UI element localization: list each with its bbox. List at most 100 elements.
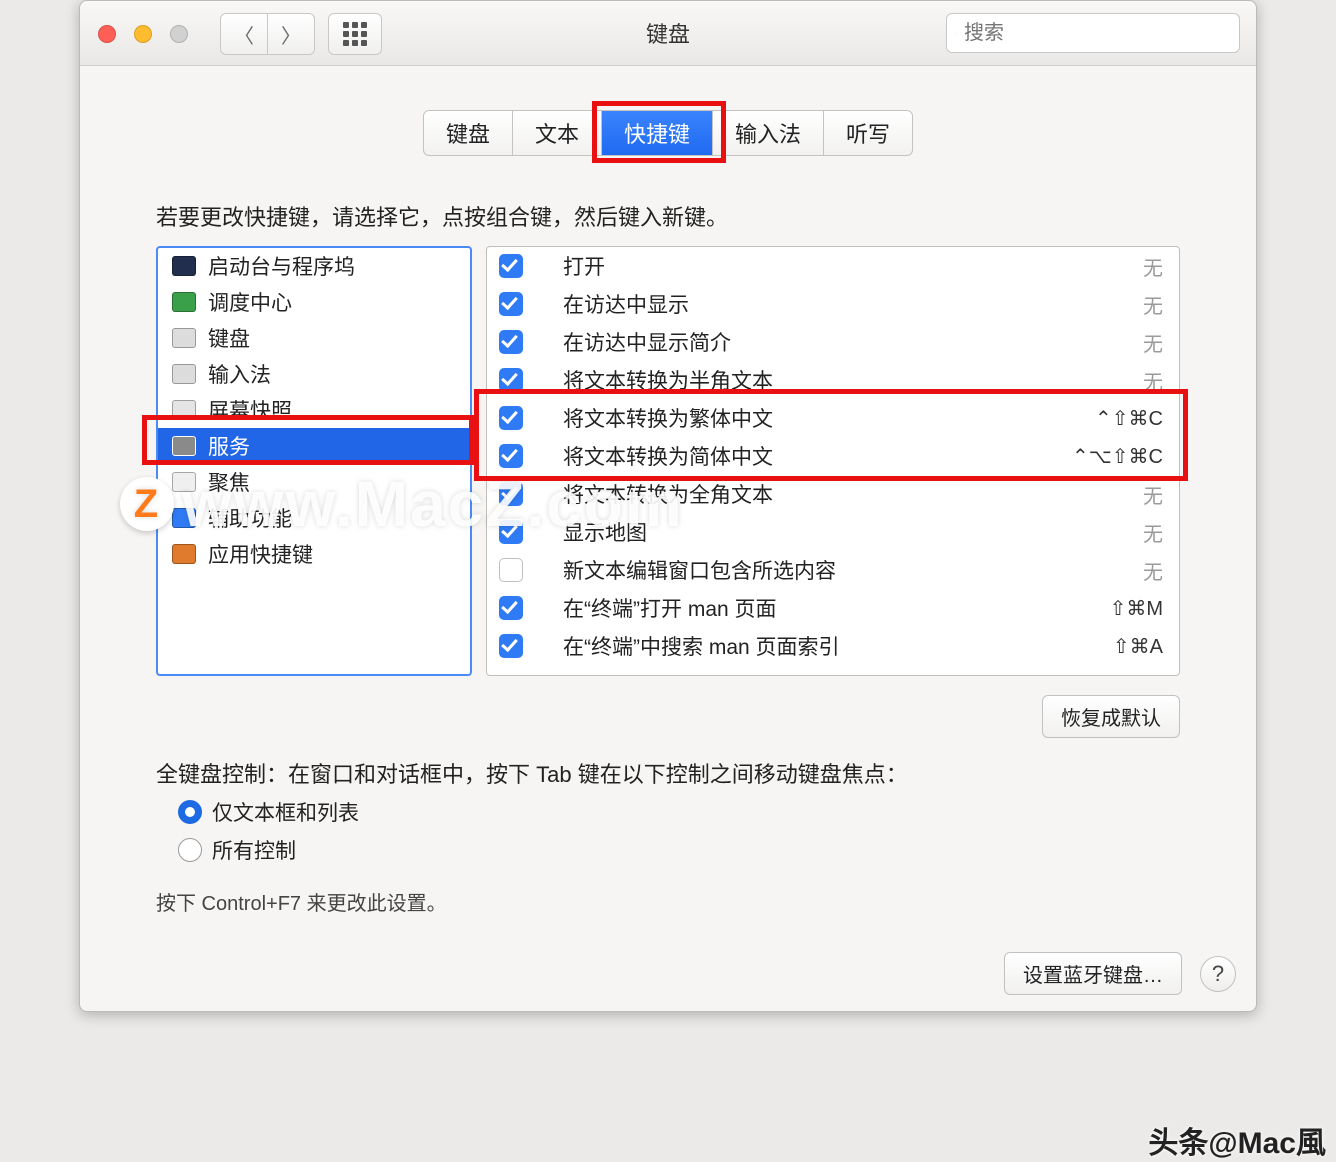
services-icon — [172, 436, 196, 456]
shortcut-key: ⌃⌥⇧⌘C — [1043, 444, 1163, 469]
category-spotlight[interactable]: 聚焦 — [158, 464, 470, 500]
spotlight-icon — [172, 472, 196, 492]
restore-defaults-button[interactable]: 恢复成默认 — [1042, 695, 1180, 738]
shortcut-row[interactable]: 显示地图无 — [487, 513, 1179, 551]
shortcut-label: 在访达中显示简介 — [563, 327, 1043, 357]
shortcut-label: 新文本编辑窗口包含所选内容 — [563, 555, 1043, 585]
shortcut-row[interactable]: 打开无 — [487, 247, 1179, 285]
accessibility-icon — [172, 508, 196, 528]
shortcut-row[interactable]: 将文本转换为简体中文⌃⌥⇧⌘C — [487, 437, 1179, 475]
category-input-sources[interactable]: 输入法 — [158, 356, 470, 392]
shortcut-row[interactable]: 在访达中显示简介无 — [487, 323, 1179, 361]
tab-shortcuts[interactable]: 快捷键 — [601, 111, 712, 155]
tab-keyboard[interactable]: 键盘 — [424, 111, 512, 155]
shortcut-list[interactable]: 打开无 在访达中显示无 在访达中显示简介无 将文本转换为半角文本无 将文本转换为… — [486, 246, 1180, 676]
shortcut-row[interactable]: 在“终端”打开 man 页面⇧⌘M — [487, 589, 1179, 627]
category-label: 键盘 — [208, 323, 250, 353]
shortcut-checkbox[interactable] — [499, 406, 523, 430]
radio-all-controls-row[interactable]: 所有控制 — [178, 835, 1180, 865]
bottom-right-controls: 设置蓝牙键盘… ? — [1004, 952, 1236, 995]
shortcut-key: 无 — [1043, 252, 1163, 281]
tab-bar: 键盘 文本 快捷键 输入法 听写 — [80, 110, 1256, 156]
shortcut-key: 无 — [1043, 328, 1163, 357]
keyboard-icon — [172, 328, 196, 348]
shortcut-checkbox[interactable] — [499, 634, 523, 658]
category-screenshots[interactable]: 屏幕快照 — [158, 392, 470, 428]
shortcut-key: 无 — [1043, 518, 1163, 547]
search-input[interactable] — [962, 21, 1231, 46]
shortcut-row[interactable]: 将文本转换为半角文本无 — [487, 361, 1179, 399]
category-label: 输入法 — [208, 359, 271, 389]
shortcut-label: 将文本转换为全角文本 — [563, 479, 1043, 509]
category-app-shortcuts[interactable]: 应用快捷键 — [158, 536, 470, 572]
titlebar: 〈 〉 键盘 — [80, 1, 1256, 66]
category-list[interactable]: 启动台与程序坞 调度中心 键盘 输入法 屏幕快照 服务 聚焦 辅助功能 应用快捷… — [156, 246, 472, 676]
screenshot-icon — [172, 400, 196, 420]
shortcut-label: 将文本转换为简体中文 — [563, 441, 1043, 471]
category-launchpad-dock[interactable]: 启动台与程序坞 — [158, 248, 470, 284]
shortcut-checkbox[interactable] — [499, 444, 523, 468]
restore-defaults-area: 恢复成默认 — [1042, 695, 1180, 738]
shortcut-row[interactable]: 将文本转换为繁体中文⌃⇧⌘C — [487, 399, 1179, 437]
shortcut-key: 无 — [1043, 556, 1163, 585]
tab-strip: 键盘 文本 快捷键 输入法 听写 — [423, 110, 913, 156]
category-label: 聚焦 — [208, 467, 250, 497]
shortcut-key: 无 — [1043, 480, 1163, 509]
tab-dictation[interactable]: 听写 — [823, 111, 912, 155]
shortcut-checkbox[interactable] — [499, 558, 523, 582]
radio-all-controls[interactable] — [178, 838, 202, 862]
shortcut-panes: 启动台与程序坞 调度中心 键盘 输入法 屏幕快照 服务 聚焦 辅助功能 应用快捷… — [156, 246, 1180, 676]
category-label: 屏幕快照 — [208, 395, 292, 425]
app-shortcuts-icon — [172, 544, 196, 564]
footer-watermark: 头条@Mac風 — [1148, 1118, 1326, 1162]
shortcut-checkbox[interactable] — [499, 596, 523, 620]
shortcut-label: 将文本转换为繁体中文 — [563, 403, 1043, 433]
shortcut-checkbox[interactable] — [499, 330, 523, 354]
shortcut-key: 无 — [1043, 290, 1163, 319]
shortcut-key: ⇧⌘A — [1043, 634, 1163, 659]
shortcut-row[interactable]: 在访达中显示无 — [487, 285, 1179, 323]
shortcut-label: 在“终端”中搜索 man 页面索引 — [563, 631, 1043, 661]
shortcut-checkbox[interactable] — [499, 520, 523, 544]
shortcut-checkbox[interactable] — [499, 292, 523, 316]
category-label: 辅助功能 — [208, 503, 292, 533]
instruction-text: 若要更改快捷键，请选择它，点按组合键，然后键入新键。 — [156, 200, 1256, 232]
launchpad-icon — [172, 256, 196, 276]
shortcut-label: 显示地图 — [563, 517, 1043, 547]
full-keyboard-heading: 全键盘控制：在窗口和对话框中，按下 Tab 键在以下控制之间移动键盘焦点： — [156, 757, 1180, 789]
full-keyboard-access-section: 全键盘控制：在窗口和对话框中，按下 Tab 键在以下控制之间移动键盘焦点： 仅文… — [156, 757, 1180, 916]
radio-label: 所有控制 — [212, 835, 296, 865]
shortcut-label: 将文本转换为半角文本 — [563, 365, 1043, 395]
category-accessibility[interactable]: 辅助功能 — [158, 500, 470, 536]
category-label: 调度中心 — [208, 287, 292, 317]
shortcut-key: ⌃⇧⌘C — [1043, 406, 1163, 431]
full-keyboard-hint: 按下 Control+F7 来更改此设置。 — [156, 887, 1180, 916]
shortcut-checkbox[interactable] — [499, 254, 523, 278]
radio-text-only[interactable] — [178, 800, 202, 824]
category-label: 服务 — [208, 431, 250, 461]
radio-label: 仅文本框和列表 — [212, 797, 359, 827]
search-field[interactable] — [946, 13, 1240, 53]
category-label: 启动台与程序坞 — [208, 251, 355, 281]
shortcut-label: 在“终端”打开 man 页面 — [563, 593, 1043, 623]
shortcut-row[interactable]: 新文本编辑窗口包含所选内容无 — [487, 551, 1179, 589]
shortcut-label: 打开 — [563, 251, 1043, 281]
search-icon — [955, 23, 956, 43]
category-mission-control[interactable]: 调度中心 — [158, 284, 470, 320]
shortcut-checkbox[interactable] — [499, 482, 523, 506]
category-keyboard[interactable]: 键盘 — [158, 320, 470, 356]
tab-text[interactable]: 文本 — [512, 111, 601, 155]
help-button[interactable]: ? — [1200, 956, 1236, 992]
preferences-window: 〈 〉 键盘 键盘 文本 快捷键 输入法 听写 若要更改快捷键，请选择它，点按组… — [79, 0, 1257, 1012]
category-label: 应用快捷键 — [208, 539, 313, 569]
shortcut-row[interactable]: 在“终端”中搜索 man 页面索引⇧⌘A — [487, 627, 1179, 665]
shortcut-key: ⇧⌘M — [1043, 596, 1163, 621]
radio-text-only-row[interactable]: 仅文本框和列表 — [178, 797, 1180, 827]
setup-bluetooth-keyboard-button[interactable]: 设置蓝牙键盘… — [1004, 952, 1182, 995]
tab-input-sources[interactable]: 输入法 — [712, 111, 823, 155]
shortcut-row[interactable]: 将文本转换为全角文本无 — [487, 475, 1179, 513]
category-services[interactable]: 服务 — [158, 428, 470, 464]
shortcut-label: 在访达中显示 — [563, 289, 1043, 319]
shortcut-key: 无 — [1043, 366, 1163, 395]
shortcut-checkbox[interactable] — [499, 368, 523, 392]
